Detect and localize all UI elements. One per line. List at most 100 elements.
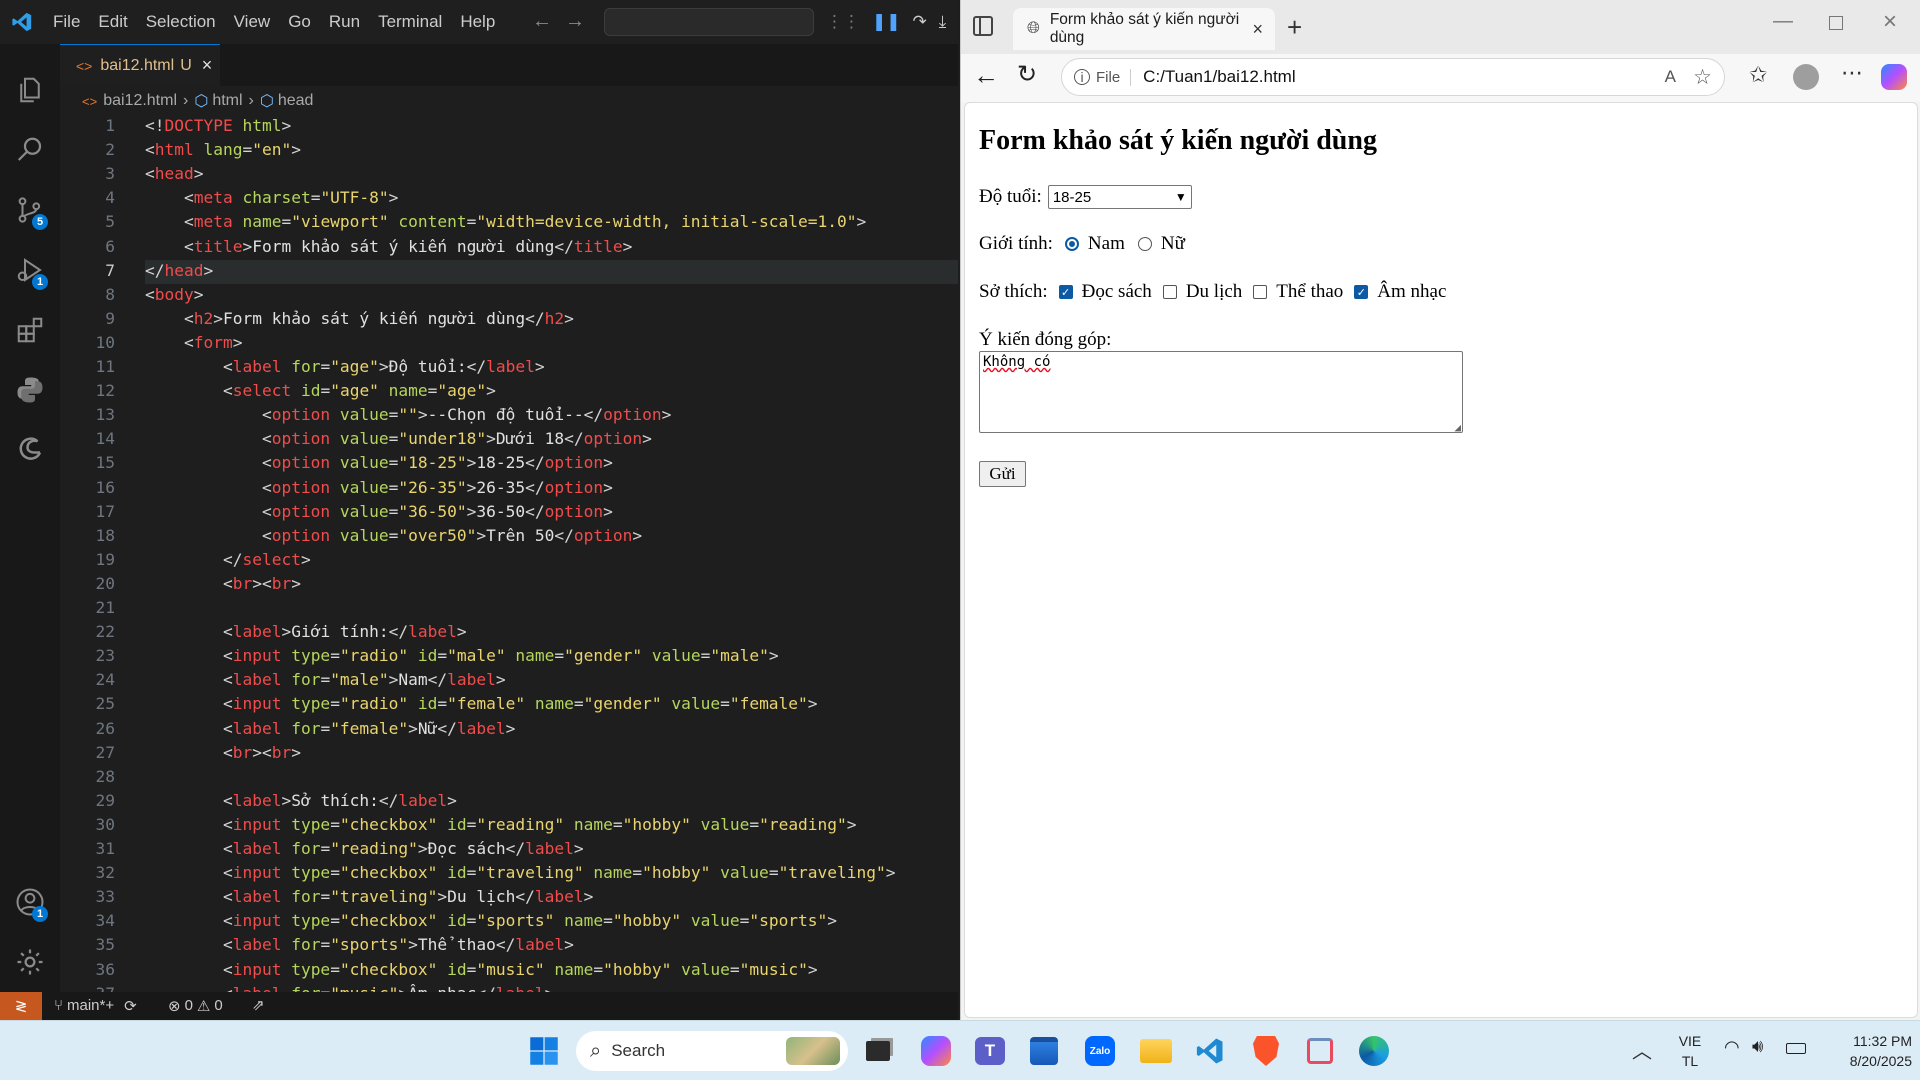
maximize-button[interactable]: [1829, 16, 1843, 30]
run-debug-icon[interactable]: 1: [0, 242, 60, 298]
code-line[interactable]: <option value="under18">Dưới 18</option>: [145, 429, 652, 448]
menu-item[interactable]: Go: [279, 0, 320, 44]
command-center-input[interactable]: [604, 8, 814, 36]
store-icon[interactable]: [1024, 1031, 1064, 1071]
code-line[interactable]: <meta name="viewport" content="width=dev…: [145, 212, 866, 231]
code-line[interactable]: <meta charset="UTF-8">: [145, 188, 398, 207]
code-line[interactable]: <input type="radio" id="female" name="ge…: [145, 694, 818, 713]
pause-icon[interactable]: ❚❚: [872, 12, 901, 32]
code-line[interactable]: <option value="36-50">36-50</option>: [145, 502, 613, 521]
code-editor[interactable]: 1 <!DOCTYPE html> 2 <html lang="en"> 3 <head>…: [60, 116, 958, 1003]
python-icon[interactable]: [0, 362, 60, 418]
problems-status[interactable]: ⊗ 0 ⚠ 0: [168, 997, 223, 1015]
step-into-icon[interactable]: ⤓: [939, 12, 947, 32]
code-line[interactable]: <input type="checkbox" id="music" name="…: [145, 960, 818, 979]
radio-male[interactable]: [1064, 237, 1079, 251]
back-arrow-icon[interactable]: ←: [532, 10, 552, 33]
checkbox-music[interactable]: ✓: [1354, 285, 1369, 299]
read-aloud-icon[interactable]: A: [1665, 67, 1676, 87]
code-line[interactable]: <head>: [145, 164, 203, 183]
code-line[interactable]: <input type="checkbox" id="sports" name=…: [145, 911, 837, 930]
menu-item[interactable]: File: [44, 0, 89, 44]
code-line[interactable]: <label for="age">Độ tuổi:</label>: [145, 357, 545, 376]
resize-handle-icon[interactable]: ◢: [1454, 421, 1461, 434]
code-line[interactable]: <body>: [145, 285, 203, 304]
snipping-tool-icon[interactable]: [1300, 1031, 1340, 1071]
browser-tab-active[interactable]: 🌐︎ Form khảo sát ý kiến người dùng ×: [1013, 8, 1275, 50]
edge-devtools-icon[interactable]: [0, 422, 60, 478]
menu-item[interactable]: Terminal: [369, 0, 451, 44]
brave-icon[interactable]: [1246, 1031, 1286, 1071]
code-line[interactable]: <option value="18-25">18-25</option>: [145, 453, 613, 472]
checkbox-reading[interactable]: ✓: [1058, 285, 1073, 299]
code-line[interactable]: <br><br>: [145, 574, 301, 593]
extensions-icon[interactable]: [0, 302, 60, 358]
search-icon[interactable]: [0, 122, 60, 178]
checkbox-music-label[interactable]: Âm nhạc: [1377, 281, 1446, 303]
language-indicator[interactable]: VIE TL: [1672, 1031, 1708, 1071]
favorite-star-icon[interactable]: ☆: [1693, 65, 1712, 90]
code-line[interactable]: <title>Form khảo sát ý kiến người dùng</…: [145, 237, 632, 256]
checkbox-sports[interactable]: [1253, 285, 1268, 299]
minimize-button[interactable]: —: [1773, 10, 1793, 33]
wifi-icon[interactable]: ◠: [1724, 1037, 1740, 1058]
explorer-icon[interactable]: [0, 62, 60, 118]
menu-item[interactable]: Run: [320, 0, 369, 44]
radio-male-label[interactable]: Nam: [1088, 233, 1125, 255]
radio-female-label[interactable]: Nữ: [1161, 233, 1185, 255]
new-tab-button[interactable]: +: [1287, 12, 1302, 43]
step-over-icon[interactable]: ↷: [913, 12, 927, 32]
checkbox-traveling[interactable]: [1162, 285, 1177, 299]
code-line[interactable]: <option value="26-35">26-35</option>: [145, 478, 613, 497]
start-windows-icon[interactable]: [524, 1031, 564, 1071]
battery-icon[interactable]: [1786, 1043, 1806, 1054]
vscode-taskbar-icon[interactable]: [1190, 1031, 1230, 1071]
code-line[interactable]: <label for="female">Nữ</label>: [145, 719, 515, 738]
menu-item[interactable]: Help: [451, 0, 504, 44]
forward-arrow-icon[interactable]: →: [565, 10, 585, 33]
copilot-taskbar-icon[interactable]: [916, 1031, 956, 1071]
breadcrumb-head[interactable]: head: [278, 92, 314, 110]
code-line[interactable]: <option value="">--Chọn độ tuổi--</optio…: [145, 405, 671, 424]
teams-icon[interactable]: T: [970, 1031, 1010, 1071]
code-line[interactable]: <input type="checkbox" id="reading" name…: [145, 815, 857, 834]
checkbox-sports-label[interactable]: Thể thao: [1276, 281, 1343, 303]
code-line[interactable]: <br><br>: [145, 743, 301, 762]
drag-handle-icon[interactable]: ⋮⋮: [826, 12, 860, 32]
file-explorer-icon[interactable]: [1136, 1031, 1176, 1071]
code-line[interactable]: <label for="traveling">Du lịch</label>: [145, 887, 593, 906]
more-menu-icon[interactable]: ⋯: [1841, 60, 1863, 86]
refresh-button[interactable]: ↻: [1017, 60, 1037, 89]
close-window-button[interactable]: ×: [1883, 8, 1897, 36]
live-share-icon[interactable]: ⇗: [252, 996, 265, 1014]
edge-taskbar-icon[interactable]: [1354, 1031, 1394, 1071]
remote-indicator[interactable]: ≷: [0, 992, 42, 1020]
tab-actions-icon[interactable]: [973, 16, 993, 36]
menu-item[interactable]: Edit: [89, 0, 136, 44]
code-line[interactable]: </head>: [145, 261, 213, 280]
age-select[interactable]: 18-25 ▼: [1047, 185, 1192, 209]
zalo-icon[interactable]: Zalo: [1080, 1031, 1120, 1071]
code-line[interactable]: <label for="sports">Thể thao</label>: [145, 935, 574, 954]
task-view-icon[interactable]: [858, 1031, 898, 1071]
code-line[interactable]: <input type="checkbox" id="traveling" na…: [145, 863, 896, 882]
profile-avatar[interactable]: [1793, 64, 1819, 90]
code-line[interactable]: <select id="age" name="age">: [145, 381, 496, 400]
code-line[interactable]: </select>: [145, 550, 311, 569]
code-line[interactable]: <html lang="en">: [145, 140, 301, 159]
code-line[interactable]: <form>: [145, 333, 243, 352]
tab-bai12-html[interactable]: <> bai12.html U ×: [60, 44, 220, 86]
breadcrumb-html[interactable]: html: [212, 92, 242, 110]
volume-icon[interactable]: 🔊︎: [1752, 1036, 1763, 1057]
copilot-icon[interactable]: [1881, 64, 1907, 90]
menu-item[interactable]: Selection: [137, 0, 225, 44]
favorites-icon[interactable]: ✩: [1749, 62, 1767, 88]
submit-button[interactable]: Gửi: [979, 461, 1026, 487]
code-line[interactable]: <!DOCTYPE html>: [145, 116, 291, 135]
settings-gear-icon[interactable]: [0, 934, 60, 990]
code-line[interactable]: <label>Giới tính:</label>: [145, 622, 467, 641]
code-line[interactable]: <label for="male">Nam</label>: [145, 670, 506, 689]
tab-close-icon[interactable]: ×: [202, 55, 213, 76]
clock[interactable]: 11:32 PM 8/20/2025: [1812, 1031, 1912, 1071]
feedback-textarea[interactable]: Không có ◢: [979, 351, 1463, 434]
